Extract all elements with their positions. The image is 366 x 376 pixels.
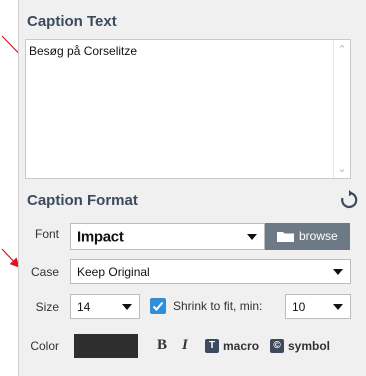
font-label: Font: [34, 227, 59, 241]
macro-icon[interactable]: T: [205, 339, 219, 353]
bold-button[interactable]: B: [157, 337, 167, 354]
color-swatch[interactable]: [74, 334, 138, 358]
case-select-value: Keep Original: [77, 264, 150, 279]
chevron-down-icon: [333, 268, 343, 275]
checkmark-icon: [152, 301, 164, 311]
shrink-to-fit-label: Shrink to fit, min:: [173, 299, 263, 313]
macro-button-label[interactable]: macro: [223, 339, 259, 353]
symbol-button-label[interactable]: symbol: [288, 339, 330, 353]
caption-scrollbar[interactable]: ⌃ ⌄: [333, 40, 350, 178]
scroll-down-icon[interactable]: ⌄: [334, 162, 350, 175]
italic-button[interactable]: I: [182, 337, 188, 354]
scroll-up-icon[interactable]: ⌃: [334, 43, 350, 56]
color-label: Color: [30, 339, 59, 353]
reset-icon[interactable]: [339, 190, 359, 210]
font-select-value: Impact: [77, 228, 124, 245]
caption-text-area[interactable]: Besøg på Corselitze ⌃ ⌄: [25, 39, 351, 179]
caption-format-heading: Caption Format: [27, 192, 138, 209]
font-select[interactable]: Impact: [70, 223, 265, 250]
case-label: Case: [30, 265, 59, 279]
size-label: Size: [35, 300, 59, 314]
chevron-down-icon: [247, 233, 257, 240]
symbol-icon[interactable]: ©: [270, 339, 284, 353]
min-size-select-value: 10: [292, 299, 306, 314]
browse-button-label: browse: [299, 229, 338, 243]
annotation-arrow-case: [1, 248, 20, 268]
case-select[interactable]: Keep Original: [70, 259, 351, 284]
folder-icon: [277, 232, 294, 242]
chevron-down-icon: [333, 303, 343, 310]
caption-text-value: Besøg på Corselitze: [29, 44, 138, 58]
caption-panel: Caption Text Besøg på Corselitze ⌃ ⌄ Cap…: [18, 0, 366, 376]
shrink-to-fit-checkbox[interactable]: [150, 298, 166, 314]
min-size-select[interactable]: 10: [285, 294, 351, 319]
size-select-value: 14: [77, 299, 91, 314]
chevron-down-icon: [122, 303, 132, 310]
caption-text-heading: Caption Text: [27, 13, 117, 30]
size-select[interactable]: 14: [70, 294, 140, 319]
browse-button[interactable]: browse: [265, 223, 350, 250]
